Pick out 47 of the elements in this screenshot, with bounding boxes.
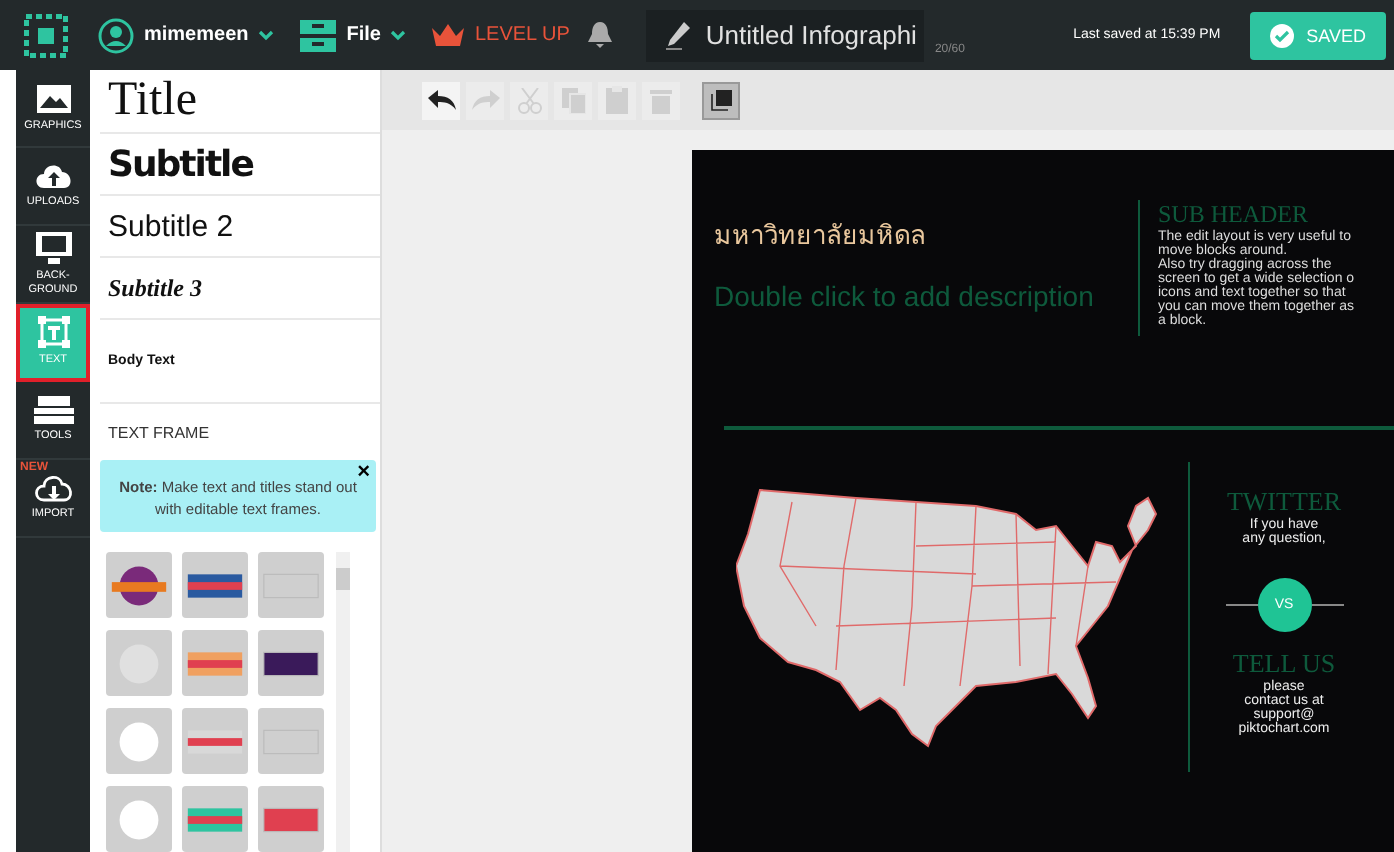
clipboard-icon: [606, 86, 628, 114]
text-frame-thumbnail[interactable]: [182, 708, 248, 774]
cloud-upload-icon: [33, 162, 73, 191]
trash-icon: [650, 87, 672, 113]
monitor-icon: [35, 232, 71, 265]
layer-button[interactable]: [702, 81, 740, 119]
file-menu[interactable]: File: [346, 24, 381, 46]
text-frame-thumbnail[interactable]: [258, 708, 324, 774]
toolbox-icon: [33, 396, 73, 425]
section-heading: TEXT FRAME: [106, 421, 212, 445]
caret-icon[interactable]: [390, 29, 407, 41]
text-frame-thumbnail[interactable]: [182, 786, 248, 852]
copy-icon: [561, 87, 585, 113]
bell-icon[interactable]: [587, 22, 612, 48]
crown-icon[interactable]: [432, 24, 465, 46]
text-frame-thumbnail[interactable]: [106, 630, 172, 696]
us-map-drawing[interactable]: [736, 486, 1160, 750]
text-frame-thumbnail[interactable]: [106, 552, 172, 618]
text-frame-thumbnail[interactable]: [258, 552, 324, 618]
user-menu[interactable]: mimemeen: [144, 24, 249, 46]
layer-icon: [709, 88, 733, 112]
text-frame-thumbnail[interactable]: [258, 630, 324, 696]
scissors-icon: [517, 87, 541, 113]
check-icon: [1270, 23, 1295, 47]
redo-icon: [471, 90, 499, 110]
scrollbar[interactable]: [336, 552, 350, 852]
infographic-canvas[interactable]: [692, 150, 1394, 852]
undo-button[interactable]: [422, 81, 460, 119]
title-field[interactable]: Untitled Infographi: [645, 9, 925, 61]
caret-icon[interactable]: [258, 29, 275, 41]
cloud-download-icon: [33, 474, 73, 503]
text-frame-thumbnail[interactable]: [106, 708, 172, 774]
text-frame-icon: [37, 316, 69, 349]
text-frame-thumbnail[interactable]: [182, 552, 248, 618]
document-title: Untitled Infographi: [705, 20, 917, 50]
pen-icon: [665, 21, 690, 49]
file-icon[interactable]: [300, 19, 337, 51]
infographic-title[interactable]: มหาวิทยาลัยมหิดล: [714, 214, 1146, 256]
logo-icon[interactable]: [24, 13, 68, 57]
text-frame-thumbnail[interactable]: [182, 630, 248, 696]
close-button[interactable]: ×: [357, 461, 370, 483]
undo-icon: [427, 90, 455, 110]
level-up-link[interactable]: LEVEL UP: [474, 24, 570, 46]
text-frame-thumbnail[interactable]: [258, 786, 324, 852]
image-icon: [35, 83, 71, 114]
text-frame-thumbnail[interactable]: [106, 786, 172, 852]
user-icon[interactable]: [98, 17, 134, 53]
